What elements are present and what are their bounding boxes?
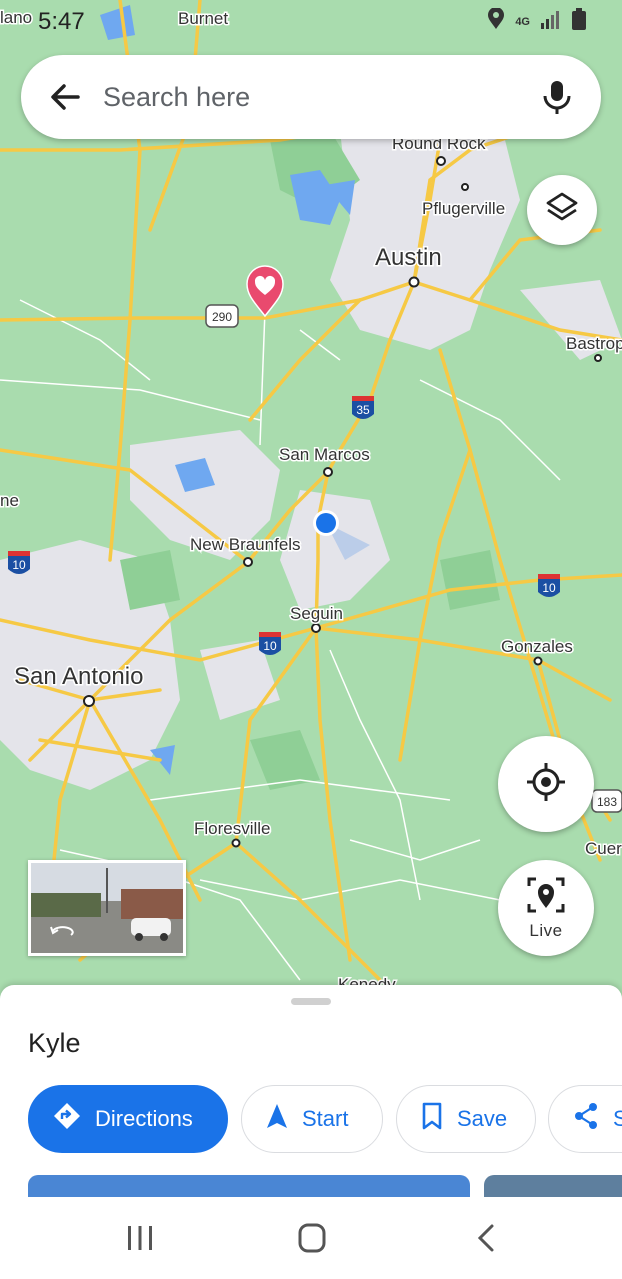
share-button[interactable]: S [548, 1085, 622, 1153]
live-label: Live [529, 920, 563, 940]
layers-icon [545, 191, 579, 230]
navigation-arrow-icon [266, 1103, 288, 1135]
status-time: 5:47 [38, 8, 85, 35]
map-canvas[interactable]: 290 35 10 10 10 183 lano Burnet Round Ro… [0, 0, 622, 1000]
start-button[interactable]: Start [241, 1085, 383, 1153]
map-label-gonzales: Gonzales [501, 637, 573, 656]
map-label-new-braunfels: New Braunfels [190, 535, 301, 554]
search-input[interactable] [103, 77, 503, 117]
map-label-san-antonio: San Antonio [14, 663, 143, 690]
share-label: S [613, 1106, 622, 1131]
shield-label-35: 35 [356, 403, 370, 417]
map-label-pflugerville: Pflugerville [422, 199, 505, 218]
location-status-icon [487, 7, 505, 35]
favorite-pin-icon[interactable] [246, 265, 284, 318]
live-view-button[interactable]: Live [498, 860, 594, 956]
status-icons: 4G [487, 7, 586, 35]
map-label-san-marcos: San Marcos [279, 445, 370, 464]
place-bottom-sheet[interactable]: Kyle Directions Start Save S [0, 985, 622, 1197]
directions-label: Directions [95, 1106, 193, 1131]
my-location-icon [526, 762, 566, 807]
map-label-edge: ne [0, 491, 19, 510]
map-label-cuero: Cuer [585, 839, 622, 858]
start-label: Start [302, 1106, 349, 1131]
street-view-thumbnail[interactable] [28, 860, 186, 956]
battery-icon [572, 8, 586, 35]
layers-button[interactable] [527, 175, 597, 245]
shield-label-290: 290 [212, 310, 232, 324]
map-label-floresville: Floresville [194, 819, 271, 838]
directions-button[interactable]: Directions [28, 1085, 228, 1153]
mic-icon[interactable] [537, 77, 577, 117]
sheet-drag-handle[interactable] [291, 998, 331, 1005]
place-photo[interactable] [484, 1175, 622, 1197]
network-type-label: 4G [515, 15, 530, 28]
save-button[interactable]: Save [396, 1085, 536, 1153]
map-label-austin: Austin [375, 244, 442, 271]
back-icon[interactable] [466, 1221, 506, 1255]
directions-icon [53, 1102, 81, 1136]
search-bar[interactable] [21, 55, 601, 139]
live-view-icon [526, 876, 566, 919]
shield-label-10-east: 10 [542, 581, 556, 595]
system-nav-bar [0, 1197, 622, 1279]
map-view[interactable]: 290 35 10 10 10 183 lano Burnet Round Ro… [0, 0, 622, 1000]
share-icon [573, 1102, 599, 1136]
status-bar: 5:47 4G [0, 0, 622, 44]
map-label-seguin: Seguin [290, 604, 343, 623]
bookmark-icon [421, 1102, 443, 1136]
save-label: Save [457, 1106, 508, 1131]
shield-label-183: 183 [597, 795, 617, 809]
recent-apps-icon[interactable] [120, 1221, 160, 1255]
arrow-back-icon[interactable] [45, 77, 85, 117]
signal-icon [540, 9, 562, 34]
my-location-button[interactable] [498, 736, 594, 832]
place-photo[interactable] [28, 1175, 470, 1197]
home-icon[interactable] [292, 1221, 332, 1255]
place-title: Kyle [28, 1028, 81, 1058]
shield-label-10-west: 10 [12, 558, 26, 572]
shield-label-10-seguin: 10 [263, 639, 277, 653]
map-label-bastrop: Bastrop [566, 334, 622, 353]
